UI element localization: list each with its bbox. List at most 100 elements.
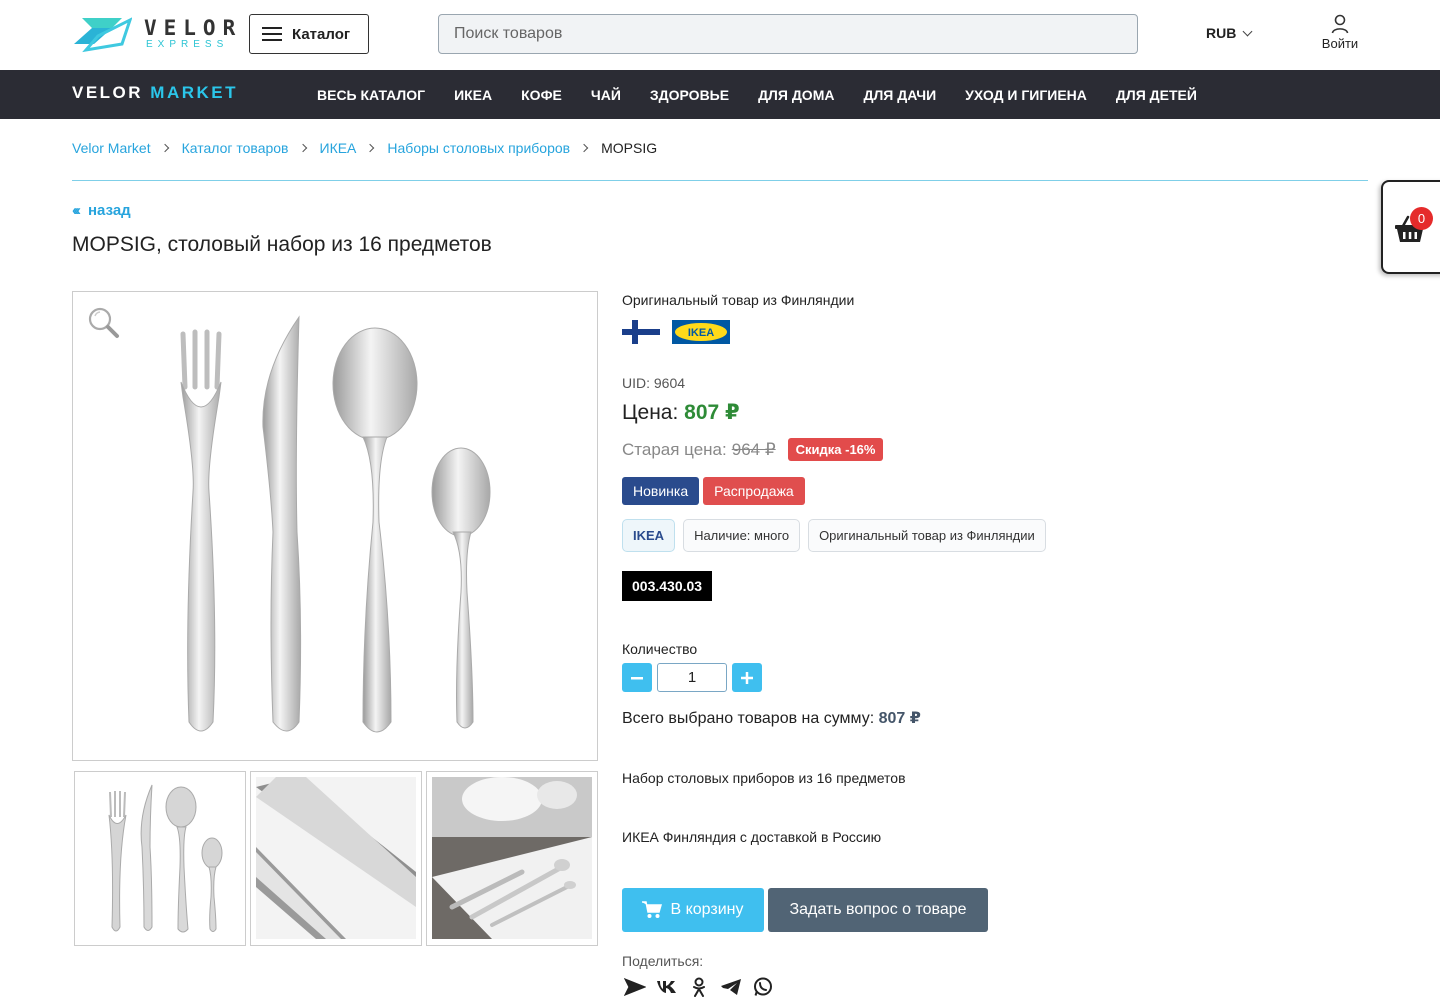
nav-item-tea[interactable]: ЧАЙ bbox=[591, 87, 621, 103]
origin-flags: IKEA bbox=[622, 320, 730, 344]
cart-count-badge: 0 bbox=[1410, 207, 1433, 230]
product-delivery-info: ИКЕА Финляндия с доставкой в Россию bbox=[622, 829, 882, 845]
thumbnail-image bbox=[80, 777, 240, 939]
share-buttons bbox=[622, 975, 782, 999]
breadcrumb-category[interactable]: Наборы столовых приборов bbox=[387, 140, 570, 156]
total-label: Всего выбрано товаров на сумму: bbox=[622, 710, 875, 727]
page-title: MOPSIG, столовый набор из 16 предметов bbox=[72, 233, 492, 256]
product-badges: Новинка Распродажа bbox=[622, 477, 809, 505]
chevron-right-icon bbox=[579, 143, 589, 153]
product-description: Набор столовых приборов из 16 предметов bbox=[622, 770, 906, 786]
login-label: Войти bbox=[1321, 36, 1359, 51]
nav-item-garden[interactable]: ДЛЯ ДАЧИ bbox=[863, 87, 936, 103]
discount-badge: Скидка -16% bbox=[787, 438, 884, 461]
total-value: 807 ₽ bbox=[878, 710, 921, 727]
double-chevron-left-icon: ‹‹‹ bbox=[72, 202, 81, 219]
nav-item-hygiene[interactable]: УХОД И ГИГИЕНА bbox=[965, 87, 1087, 103]
add-to-cart-button[interactable]: В корзину bbox=[622, 888, 764, 932]
old-price: Старая цена: 964 ₽ Скидка -16% bbox=[622, 438, 884, 461]
divider bbox=[72, 180, 1368, 181]
tag-availability: Наличие: много bbox=[683, 519, 801, 552]
old-price-label: Старая цена: bbox=[622, 439, 727, 459]
chevron-right-icon bbox=[366, 143, 375, 153]
chevron-right-icon bbox=[160, 143, 169, 153]
plus-icon bbox=[741, 671, 753, 684]
thumbnail-image bbox=[432, 777, 592, 939]
site-header: VELOR EXPRESS Каталог RUB Войти bbox=[0, 0, 1440, 70]
breadcrumb: Velor Market Каталог товаров ИКЕА Наборы… bbox=[72, 140, 657, 156]
finland-flag-icon bbox=[622, 320, 660, 344]
vk-icon[interactable] bbox=[654, 975, 680, 999]
odnoklassniki-icon[interactable] bbox=[686, 975, 712, 999]
back-label: назад bbox=[88, 202, 131, 219]
menu-icon bbox=[262, 27, 282, 41]
badge-sale: Распродажа bbox=[703, 477, 805, 505]
quantity-label: Количество bbox=[622, 641, 698, 657]
tag-origin: Оригинальный товар из Финляндии bbox=[808, 519, 1046, 552]
breadcrumb-catalog[interactable]: Каталог товаров bbox=[182, 140, 289, 156]
cutlery-image bbox=[180, 315, 491, 733]
chevron-down-icon bbox=[1242, 26, 1253, 36]
nav-item-ikea[interactable]: ИКЕА bbox=[454, 87, 492, 103]
telegram-icon[interactable] bbox=[718, 975, 744, 999]
quantity-decrease-button[interactable] bbox=[622, 663, 652, 692]
catalog-button[interactable]: Каталог bbox=[249, 14, 369, 54]
nav-item-all-catalog[interactable]: ВЕСЬ КАТАЛОГ bbox=[317, 87, 425, 103]
product-tags: IKEA Наличие: много Оригинальный товар и… bbox=[622, 519, 1054, 552]
nav-item-kids[interactable]: ДЛЯ ДЕТЕЙ bbox=[1116, 87, 1197, 103]
catalog-button-label: Каталог bbox=[292, 25, 351, 43]
login-button[interactable]: Войти bbox=[1318, 14, 1362, 51]
breadcrumb-ikea[interactable]: ИКЕА bbox=[320, 140, 357, 156]
badge-new: Новинка bbox=[622, 477, 700, 505]
currency-selector[interactable]: RUB bbox=[1206, 25, 1253, 41]
price-value: 807 ₽ bbox=[684, 401, 740, 424]
thumbnail-image bbox=[256, 777, 416, 939]
add-to-cart-label: В корзину bbox=[670, 901, 744, 918]
nav-menu: ВЕСЬ КАТАЛОГ ИКЕА КОФЕ ЧАЙ ЗДОРОВЬЕ ДЛЯ … bbox=[317, 70, 1226, 119]
product-sku: 003.430.03 bbox=[622, 571, 713, 601]
search-input[interactable] bbox=[438, 14, 1138, 54]
thumbnail-gallery bbox=[74, 771, 602, 946]
main-navbar: VELOR MARKET ВЕСЬ КАТАЛОГ ИКЕА КОФЕ ЧАЙ … bbox=[0, 70, 1440, 119]
thumbnail-2[interactable] bbox=[250, 771, 422, 946]
ikea-logo-icon: IKEA bbox=[672, 320, 730, 344]
chevron-right-icon bbox=[298, 143, 307, 153]
ask-question-button[interactable]: Задать вопрос о товаре bbox=[768, 888, 988, 932]
navbar-brand[interactable]: VELOR MARKET bbox=[72, 83, 238, 103]
floating-cart[interactable]: 0 bbox=[1381, 180, 1440, 274]
product-main-image[interactable] bbox=[72, 291, 598, 761]
nav-item-coffee[interactable]: КОФЕ bbox=[521, 87, 562, 103]
logo-mark-icon bbox=[74, 17, 132, 53]
minus-icon bbox=[631, 676, 643, 679]
nav-item-health[interactable]: ЗДОРОВЬЕ bbox=[650, 87, 729, 103]
logo-title: VELOR bbox=[144, 16, 243, 40]
quantity-stepper bbox=[622, 663, 762, 692]
back-link[interactable]: ‹‹‹ назад bbox=[72, 202, 131, 219]
product-uid: UID: 9604 bbox=[622, 375, 686, 391]
brand-part-2: MARKET bbox=[150, 83, 239, 102]
logo[interactable]: VELOR EXPRESS bbox=[72, 12, 242, 56]
cart-icon bbox=[642, 901, 663, 918]
nav-item-home[interactable]: ДЛЯ ДОМА bbox=[758, 87, 834, 103]
breadcrumb-current: MOPSIG bbox=[601, 140, 658, 156]
thumbnail-1[interactable] bbox=[74, 771, 246, 946]
old-price-value: 964 ₽ bbox=[731, 439, 776, 459]
tag-brand[interactable]: IKEA bbox=[622, 519, 676, 552]
origin-text: Оригинальный товар из Финляндии bbox=[622, 292, 855, 308]
ask-question-label: Задать вопрос о товаре bbox=[789, 901, 967, 918]
brand-part-1: VELOR bbox=[72, 83, 144, 102]
currency-label: RUB bbox=[1206, 25, 1237, 41]
total-sum: Всего выбрано товаров на сумму: 807 ₽ bbox=[622, 708, 921, 728]
quantity-input[interactable] bbox=[657, 663, 727, 692]
price: Цена: 807 ₽ bbox=[622, 400, 740, 425]
whatsapp-icon[interactable] bbox=[750, 975, 776, 999]
price-label: Цена: bbox=[622, 401, 679, 424]
share-label: Поделиться: bbox=[622, 953, 704, 969]
thumbnail-3[interactable] bbox=[426, 771, 598, 946]
breadcrumb-home[interactable]: Velor Market bbox=[72, 140, 151, 156]
quantity-increase-button[interactable] bbox=[732, 663, 762, 692]
user-icon bbox=[1331, 14, 1349, 34]
ikea-logo-text: IKEA bbox=[688, 327, 714, 339]
logo-subtitle: EXPRESS bbox=[146, 39, 229, 50]
send-icon[interactable] bbox=[622, 975, 648, 999]
